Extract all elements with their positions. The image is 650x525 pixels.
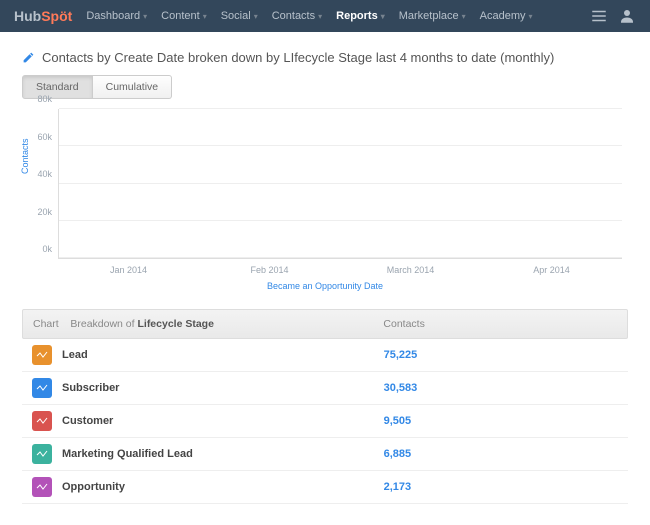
series-value[interactable]: 2,173 [384, 481, 618, 493]
x-tick: Feb 2014 [234, 265, 306, 275]
y-tick: 40k [37, 169, 52, 179]
chevron-down-icon: ▾ [203, 12, 207, 21]
nav-content[interactable]: Content▾ [161, 10, 207, 22]
x-tick: Jan 2014 [93, 265, 165, 275]
nav-academy[interactable]: Academy▾ [480, 10, 533, 22]
series-name: Marketing Qualified Lead [62, 448, 384, 460]
th-breakdown-bold: Lifecycle Stage [137, 318, 213, 330]
y-tick: 20k [37, 207, 52, 217]
view-tabs: Standard Cumulative [22, 75, 628, 99]
tab-cumulative[interactable]: Cumulative [93, 75, 173, 99]
series-badge [32, 378, 52, 398]
th-chart: Chart [33, 318, 59, 330]
chevron-down-icon: ▾ [381, 12, 385, 21]
brand-logo[interactable]: HubSpöt [14, 8, 72, 24]
chevron-down-icon: ▾ [254, 12, 258, 21]
th-contacts: Contacts [383, 318, 617, 330]
nav-social[interactable]: Social▾ [221, 10, 258, 22]
nav-dashboard[interactable]: Dashboard▾ [86, 10, 147, 22]
series-badge [32, 444, 52, 464]
chevron-down-icon: ▾ [318, 12, 322, 21]
top-nav: HubSpöt Dashboard▾ Content▾ Social▾ Contact… [0, 0, 650, 32]
chart: Contacts 0k20k40k60k80k Jan 2014Feb 2014… [22, 103, 628, 293]
brand-text-b: Spöt [41, 8, 72, 24]
edit-icon[interactable] [22, 51, 35, 64]
series-badge [32, 345, 52, 365]
series-badge [32, 477, 52, 497]
th-breakdown: Breakdown of [70, 318, 137, 330]
report-title: Contacts by Create Date broken down by L… [42, 50, 554, 65]
series-name: Lead [62, 349, 384, 361]
table-row: Marketing Qualified Lead6,885 [22, 438, 628, 471]
bars [59, 109, 622, 258]
brand-text-a: Hub [14, 8, 41, 24]
series-value[interactable]: 9,505 [384, 415, 618, 427]
nav-reports[interactable]: Reports▾ [336, 10, 385, 22]
user-icon[interactable] [618, 7, 636, 25]
title-row: Contacts by Create Date broken down by L… [22, 50, 628, 65]
x-axis-label: Became an Opportunity Date [22, 281, 628, 291]
series-value[interactable]: 75,225 [384, 349, 618, 361]
nav-items: Dashboard▾ Content▾ Social▾ Contacts▾ Report… [86, 10, 546, 22]
table-row: Lead75,225 [22, 339, 628, 372]
y-axis-label: Contacts [20, 138, 30, 174]
y-axis: Contacts 0k20k40k60k80k [22, 109, 56, 259]
series-badge [32, 411, 52, 431]
table-header: Chart Breakdown of Lifecycle Stage Conta… [22, 309, 628, 339]
series-value[interactable]: 30,583 [384, 382, 618, 394]
x-labels: Jan 2014 Feb 2014 March 2014 Apr 2014 [58, 265, 622, 275]
y-tick: 60k [37, 132, 52, 142]
series-name: Customer [62, 415, 384, 427]
table-row: Subscriber30,583 [22, 372, 628, 405]
nav-marketplace[interactable]: Marketplace▾ [399, 10, 466, 22]
series-name: Subscriber [62, 382, 384, 394]
table-row: Customer9,505 [22, 405, 628, 438]
y-tick: 80k [37, 94, 52, 104]
series-name: Opportunity [62, 481, 384, 493]
x-tick: Apr 2014 [516, 265, 588, 275]
x-tick: March 2014 [375, 265, 447, 275]
series-value[interactable]: 6,885 [384, 448, 618, 460]
y-tick: 0k [42, 244, 52, 254]
tab-standard[interactable]: Standard [22, 75, 93, 99]
chevron-down-icon: ▾ [143, 12, 147, 21]
chevron-down-icon: ▾ [529, 12, 533, 21]
table-body: Lead75,225Subscriber30,583Customer9,505M… [22, 339, 628, 504]
chevron-down-icon: ▾ [462, 12, 466, 21]
nav-contacts[interactable]: Contacts▾ [272, 10, 322, 22]
table-row: Opportunity2,173 [22, 471, 628, 504]
menu-icon[interactable] [590, 7, 608, 25]
report-card: Contacts by Create Date broken down by L… [22, 50, 628, 504]
plot-area [58, 109, 622, 259]
